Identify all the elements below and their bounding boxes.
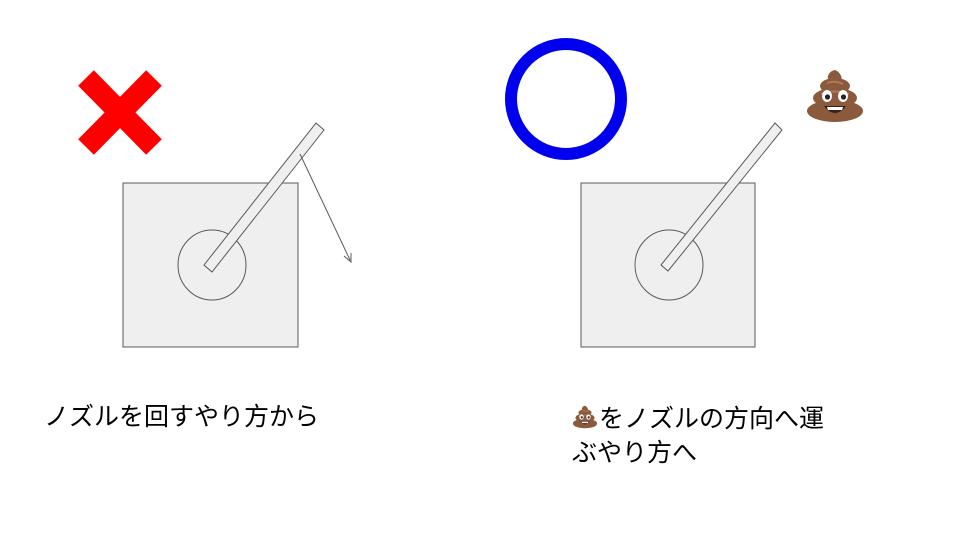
red-x-icon [78,70,162,155]
right-caption: をノズルの方向へ運 ぶやり方へ [572,402,824,470]
left-caption: ノズルを回すやり方から [44,402,320,431]
poo-icon [806,69,864,123]
slide: ノズルを回すやり方から をノズルの方向へ運 ぶやり方へ [0,0,960,540]
rotation-arrow [299,153,352,264]
right-caption-line-2: ぶやり方へ [572,438,698,467]
blue-circle-icon [505,38,627,160]
poo-inline-icon [572,405,598,429]
right-caption-line-1: をノズルの方向へ運 [572,402,824,436]
right-caption-text-1: をノズルの方向へ運 [599,404,825,433]
